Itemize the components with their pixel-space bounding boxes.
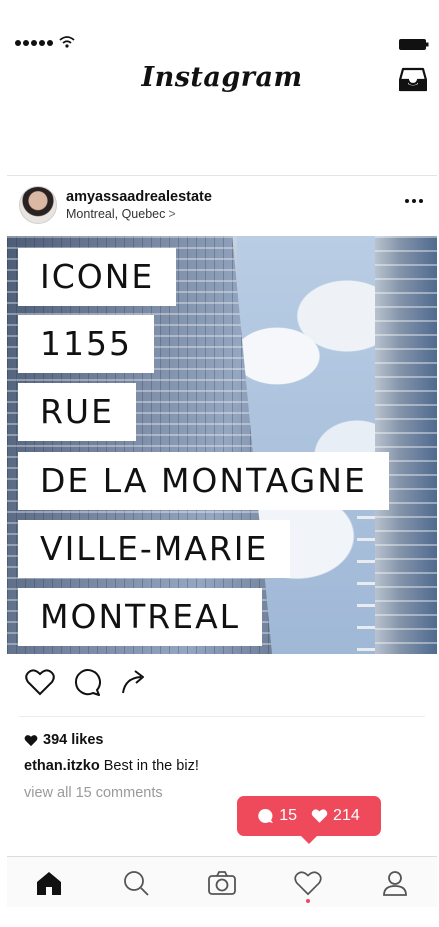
image-caption-line: 1155 — [18, 315, 154, 373]
header-divider — [7, 175, 437, 176]
post-actions — [7, 660, 437, 710]
notification-comment-count: 15 — [279, 807, 298, 824]
likes-count[interactable]: 394 likes — [24, 732, 103, 748]
image-caption-line: DE LA MONTAGNE — [18, 452, 389, 510]
bottom-tab-bar — [7, 856, 437, 907]
comment-bubble-icon — [258, 808, 274, 823]
image-caption-line: VILLE-MARIE — [18, 520, 291, 578]
profile-icon — [383, 871, 407, 896]
view-all-comments-link[interactable]: view all 15 comments — [24, 785, 163, 801]
app-header: Instagram — [7, 58, 437, 108]
image-caption-line: ICONE — [18, 248, 177, 306]
camera-icon — [208, 871, 236, 895]
comment-text: Best in the biz! — [103, 758, 199, 774]
tab-camera[interactable] — [206, 867, 238, 899]
tab-home[interactable] — [33, 867, 65, 899]
activity-heart-icon — [294, 871, 322, 896]
activity-notification-badge[interactable]: 15 214 — [237, 796, 381, 844]
inbox-icon[interactable] — [399, 66, 427, 92]
notification-like-count: 214 — [333, 807, 360, 824]
activity-indicator-dot — [306, 899, 310, 903]
more-options-icon[interactable] — [405, 199, 423, 203]
heart-filled-icon — [24, 734, 38, 746]
signal-icon — [15, 40, 53, 46]
image-caption-line: RUE — [18, 383, 136, 441]
search-icon — [124, 871, 149, 896]
home-icon — [37, 872, 61, 895]
chevron-right-icon: > — [168, 207, 176, 221]
comment-icon[interactable] — [73, 668, 101, 696]
actions-divider — [19, 716, 425, 717]
image-caption-line: MONTREAL — [18, 588, 263, 646]
heart-icon[interactable] — [25, 668, 55, 696]
likes-label: 394 likes — [43, 732, 104, 748]
post-username[interactable]: amyassaadrealestate — [66, 189, 212, 205]
tab-profile[interactable] — [379, 867, 411, 899]
avatar[interactable] — [19, 186, 57, 224]
comment-username[interactable]: ethan.itzko — [24, 758, 100, 774]
post-image[interactable]: ICONE 1155 RUE DE LA MONTAGNE VILLE-MARI… — [7, 236, 437, 654]
app-frame: Instagram amyassaadrealestate Montreal, … — [7, 0, 437, 907]
post-header: amyassaadrealestate Montreal, Quebec > — [7, 180, 437, 232]
heart-filled-icon — [311, 809, 328, 823]
comment-row: ethan.itzko Best in the biz! — [24, 758, 199, 774]
tab-activity[interactable] — [292, 867, 324, 899]
share-icon[interactable] — [119, 668, 147, 696]
wifi-icon — [59, 36, 75, 48]
status-bar — [7, 30, 437, 56]
location-label: Montreal, Quebec — [66, 207, 166, 221]
post-location[interactable]: Montreal, Quebec > — [66, 207, 176, 221]
tab-search[interactable] — [120, 867, 152, 899]
battery-icon — [399, 39, 429, 50]
app-logo: Instagram — [141, 62, 303, 93]
